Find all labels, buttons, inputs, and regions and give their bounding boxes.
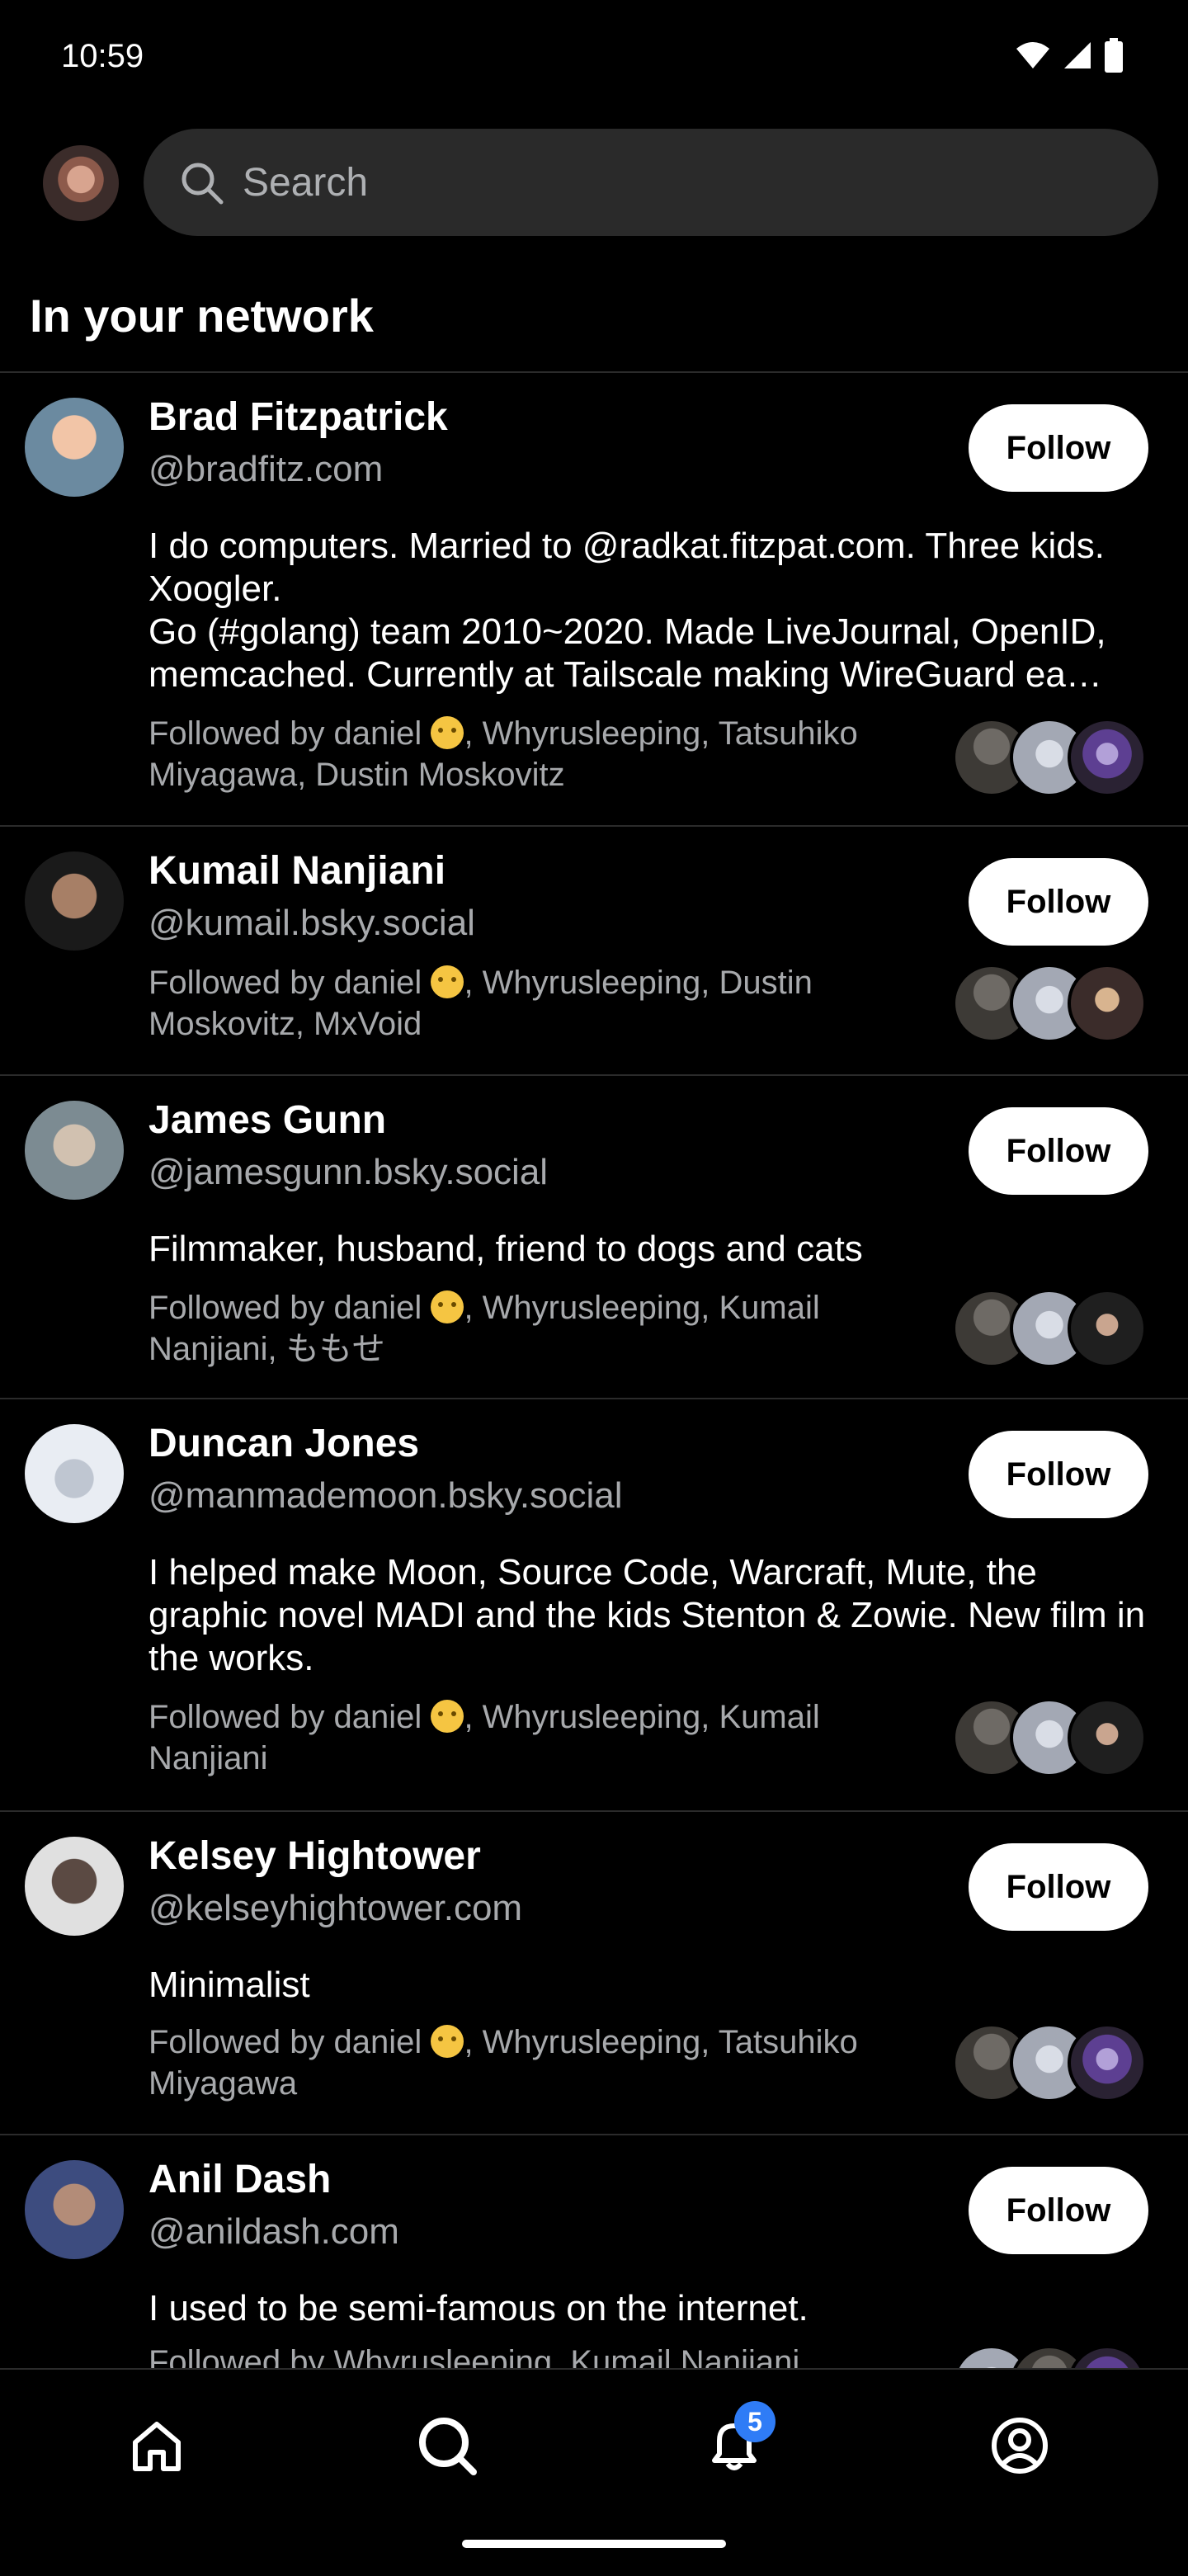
user-handle: @bradfitz.com — [148, 449, 384, 489]
emoji-icon — [431, 1290, 464, 1323]
status-icons — [1015, 38, 1124, 73]
followed-by: Followed by daniel , Whyrusleeping, Dust… — [148, 962, 924, 1045]
status-bar: 10:59 — [0, 0, 1188, 116]
user-bio: Minimalist — [148, 1965, 310, 2005]
header: Search — [0, 129, 1188, 236]
follower-avatars — [952, 1698, 1150, 1781]
avatar[interactable] — [25, 1837, 124, 1936]
user-bio: I helped make Moon, Source Code, Warcraf… — [148, 1552, 1146, 1678]
wifi-icon — [1015, 40, 1051, 70]
avatar[interactable] — [25, 1101, 124, 1200]
follower-avatars — [952, 1289, 1150, 1371]
user-name[interactable]: James Gunn — [148, 1097, 386, 1143]
follower-avatars — [952, 2023, 1150, 2106]
user-card[interactable]: James Gunn @jamesgunn.bsky.social Follow… — [0, 1076, 1188, 1399]
follow-button[interactable]: Follow — [969, 404, 1148, 492]
emoji-icon — [431, 1700, 464, 1733]
mini-avatar — [1068, 964, 1147, 1043]
follow-button[interactable]: Follow — [969, 2167, 1148, 2254]
user-name[interactable]: Kumail Nanjiani — [148, 848, 446, 894]
signal-icon — [1063, 40, 1092, 70]
search-icon — [177, 158, 226, 207]
user-card[interactable]: Kumail Nanjiani @kumail.bsky.social Foll… — [0, 827, 1188, 1076]
nav-home[interactable] — [116, 2406, 198, 2489]
search-input[interactable]: Search — [144, 129, 1158, 236]
user-card[interactable]: Anil Dash @anildash.com Follow I used to… — [0, 2135, 1188, 2424]
search-placeholder: Search — [243, 160, 369, 205]
user-card[interactable]: Kelsey Hightower @kelseyhightower.com Fo… — [0, 1812, 1188, 2135]
status-time: 10:59 — [61, 38, 144, 74]
avatar[interactable] — [25, 2160, 124, 2259]
battery-icon — [1104, 38, 1124, 73]
user-card[interactable]: Duncan Jones @manmademoon.bsky.social Fo… — [0, 1399, 1188, 1812]
avatar[interactable] — [25, 852, 124, 951]
follower-avatars — [952, 718, 1150, 800]
user-name[interactable]: Brad Fitzpatrick — [148, 394, 448, 440]
follow-button[interactable]: Follow — [969, 1431, 1148, 1518]
mini-avatar — [1068, 1289, 1147, 1368]
followed-by-prefix: Followed by daniel — [148, 965, 422, 1001]
my-avatar[interactable] — [43, 145, 119, 221]
avatar[interactable] — [25, 398, 124, 497]
search-icon — [416, 2414, 478, 2481]
nav-profile[interactable] — [978, 2406, 1061, 2489]
user-handle: @kelseyhightower.com — [148, 1888, 523, 1928]
user-name[interactable]: Duncan Jones — [148, 1421, 419, 1466]
user-handle: @manmademoon.bsky.social — [148, 1475, 623, 1516]
mini-avatar — [1068, 1698, 1147, 1777]
follow-button[interactable]: Follow — [969, 1843, 1148, 1931]
user-handle: @jamesgunn.bsky.social — [148, 1152, 549, 1192]
nav-search[interactable] — [406, 2406, 488, 2489]
mini-avatar — [1068, 2023, 1147, 2102]
user-handle: @anildash.com — [148, 2211, 399, 2252]
mini-avatar — [1068, 718, 1147, 797]
home-indicator — [462, 2540, 726, 2548]
user-bio: I used to be semi-famous on the internet… — [148, 2288, 808, 2328]
user-bio: I do computers. Married to @radkat.fitzp… — [148, 526, 1106, 695]
notifications-badge: 5 — [734, 2401, 776, 2442]
followed-by: Followed by daniel , Whyrusleeping, Tats… — [148, 713, 924, 795]
followed-by: Followed by daniel , Whyrusleeping, Tats… — [148, 2022, 924, 2104]
followed-by-prefix: Followed by daniel — [148, 2024, 422, 2060]
emoji-icon — [431, 2025, 464, 2058]
user-name[interactable]: Anil Dash — [148, 2157, 331, 2202]
followed-by: Followed by daniel , Whyrusleeping, Kuma… — [148, 1287, 924, 1370]
follow-button[interactable]: Follow — [969, 858, 1148, 946]
nav-notifications[interactable]: 5 — [693, 2401, 776, 2489]
followed-by: Followed by daniel , Whyrusleeping, Kuma… — [148, 1696, 924, 1779]
followed-by-prefix: Followed by daniel — [148, 1290, 422, 1326]
avatar[interactable] — [25, 1424, 124, 1523]
user-handle: @kumail.bsky.social — [148, 903, 475, 943]
section-title: In your network — [30, 290, 374, 342]
emoji-icon — [431, 716, 464, 749]
user-bio: Filmmaker, husband, friend to dogs and c… — [148, 1229, 863, 1269]
bottom-nav: 5 — [0, 2368, 1188, 2576]
user-card[interactable]: Brad Fitzpatrick @bradfitz.com Follow I … — [0, 373, 1188, 827]
follower-avatars — [952, 964, 1150, 1046]
user-list: Brad Fitzpatrick @bradfitz.com Follow I … — [0, 371, 1188, 2424]
profile-icon — [990, 2416, 1049, 2479]
followed-by-prefix: Followed by daniel — [148, 1699, 422, 1735]
emoji-icon — [431, 965, 464, 998]
followed-by-prefix: Followed by daniel — [148, 715, 422, 752]
follow-button[interactable]: Follow — [969, 1107, 1148, 1195]
user-name[interactable]: Kelsey Hightower — [148, 1833, 481, 1879]
home-icon — [127, 2416, 186, 2479]
